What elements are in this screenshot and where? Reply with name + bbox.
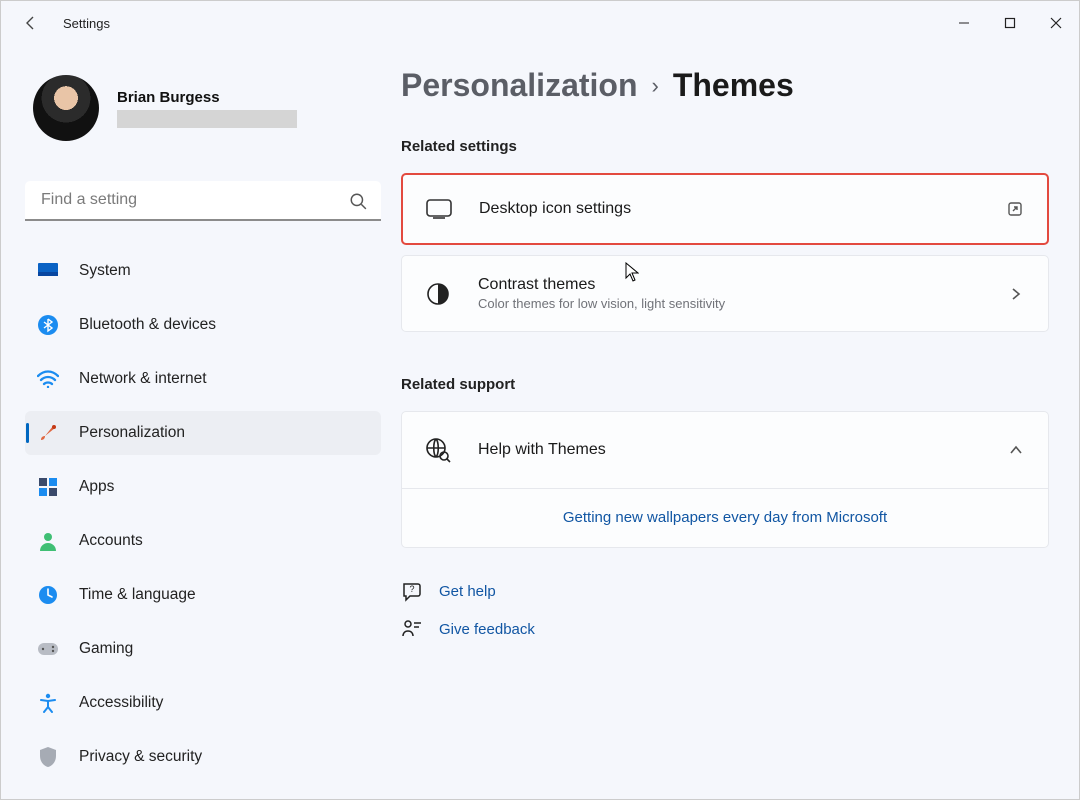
gaming-icon	[37, 638, 59, 660]
apps-icon	[37, 476, 59, 498]
breadcrumb-parent[interactable]: Personalization	[401, 67, 638, 104]
back-button[interactable]	[21, 13, 41, 33]
system-icon	[37, 260, 59, 282]
nav-apps[interactable]: Apps	[25, 465, 381, 509]
person-icon	[37, 530, 59, 552]
search-wrap	[25, 181, 381, 221]
wifi-icon	[37, 368, 59, 390]
search-icon	[349, 192, 367, 210]
breadcrumb: Personalization › Themes	[401, 67, 1049, 104]
related-settings-heading: Related settings	[401, 138, 1049, 155]
nav-privacy[interactable]: Privacy & security	[25, 735, 381, 779]
maximize-button[interactable]	[987, 1, 1033, 45]
accessibility-icon	[37, 692, 59, 714]
nav-gaming[interactable]: Gaming	[25, 627, 381, 671]
help-links: ? Get help Give feedback	[401, 572, 1049, 648]
card-title: Contrast themes	[478, 276, 1006, 294]
nav-label: System	[79, 262, 131, 280]
nav-label: Network & internet	[79, 370, 207, 388]
main-content: Personalization › Themes Related setting…	[401, 45, 1079, 799]
chevron-right-icon	[1006, 284, 1026, 304]
close-button[interactable]	[1033, 1, 1079, 45]
nav-accounts[interactable]: Accounts	[25, 519, 381, 563]
contrast-icon	[424, 280, 452, 308]
contrast-themes-card[interactable]: Contrast themes Color themes for low vis…	[401, 255, 1049, 332]
give-feedback-link[interactable]: Give feedback	[439, 621, 535, 638]
bluetooth-icon	[37, 314, 59, 336]
paintbrush-icon	[37, 422, 59, 444]
app-title: Settings	[63, 16, 110, 31]
nav-label: Gaming	[79, 640, 133, 658]
time-icon	[37, 584, 59, 606]
support-link-row: Getting new wallpapers every day from Mi…	[402, 488, 1048, 547]
nav-personalization[interactable]: Personalization	[25, 411, 381, 455]
feedback-icon	[401, 618, 423, 640]
breadcrumb-current: Themes	[673, 67, 794, 104]
feedback-row: Give feedback	[401, 610, 1049, 648]
nav-bluetooth[interactable]: Bluetooth & devices	[25, 303, 381, 347]
card-title: Help with Themes	[478, 441, 1006, 459]
help-with-themes-card: Help with Themes Getting new wallpapers …	[401, 411, 1049, 548]
nav-label: Bluetooth & devices	[79, 316, 216, 334]
nav-label: Privacy & security	[79, 748, 202, 766]
get-help-row: ? Get help	[401, 572, 1049, 610]
profile-name: Brian Burgess	[117, 89, 297, 106]
window-controls	[941, 1, 1079, 45]
titlebar: Settings	[1, 1, 1079, 45]
nav-time-language[interactable]: Time & language	[25, 573, 381, 617]
globe-search-icon	[424, 436, 452, 464]
chat-help-icon: ?	[401, 580, 423, 602]
svg-text:?: ?	[409, 584, 414, 594]
profile-block[interactable]: Brian Burgess	[25, 75, 381, 141]
profile-email-redacted	[117, 110, 297, 128]
nav-list: System Bluetooth & devices Network & int…	[25, 249, 381, 779]
nav-accessibility[interactable]: Accessibility	[25, 681, 381, 725]
nav-label: Apps	[79, 478, 114, 496]
sidebar: Brian Burgess System Bluetooth & devices…	[1, 45, 401, 799]
nav-network[interactable]: Network & internet	[25, 357, 381, 401]
nav-label: Accounts	[79, 532, 143, 550]
nav-label: Personalization	[79, 424, 185, 442]
search-input[interactable]	[25, 181, 381, 221]
wallpapers-link[interactable]: Getting new wallpapers every day from Mi…	[563, 509, 887, 526]
card-subtitle: Color themes for low vision, light sensi…	[478, 296, 1006, 311]
monitor-icon	[425, 195, 453, 223]
get-help-link[interactable]: Get help	[439, 583, 496, 600]
desktop-icon-settings-card[interactable]: Desktop icon settings	[401, 173, 1049, 245]
nav-label: Time & language	[79, 586, 196, 604]
shield-icon	[37, 746, 59, 768]
minimize-button[interactable]	[941, 1, 987, 45]
related-support-heading: Related support	[401, 376, 1049, 393]
nav-label: Accessibility	[79, 694, 163, 712]
open-external-icon	[1005, 199, 1025, 219]
help-with-themes-toggle[interactable]: Help with Themes	[402, 412, 1048, 488]
nav-system[interactable]: System	[25, 249, 381, 293]
chevron-right-icon: ›	[652, 73, 659, 99]
avatar	[33, 75, 99, 141]
card-title: Desktop icon settings	[479, 200, 1005, 218]
chevron-up-icon	[1006, 440, 1026, 460]
